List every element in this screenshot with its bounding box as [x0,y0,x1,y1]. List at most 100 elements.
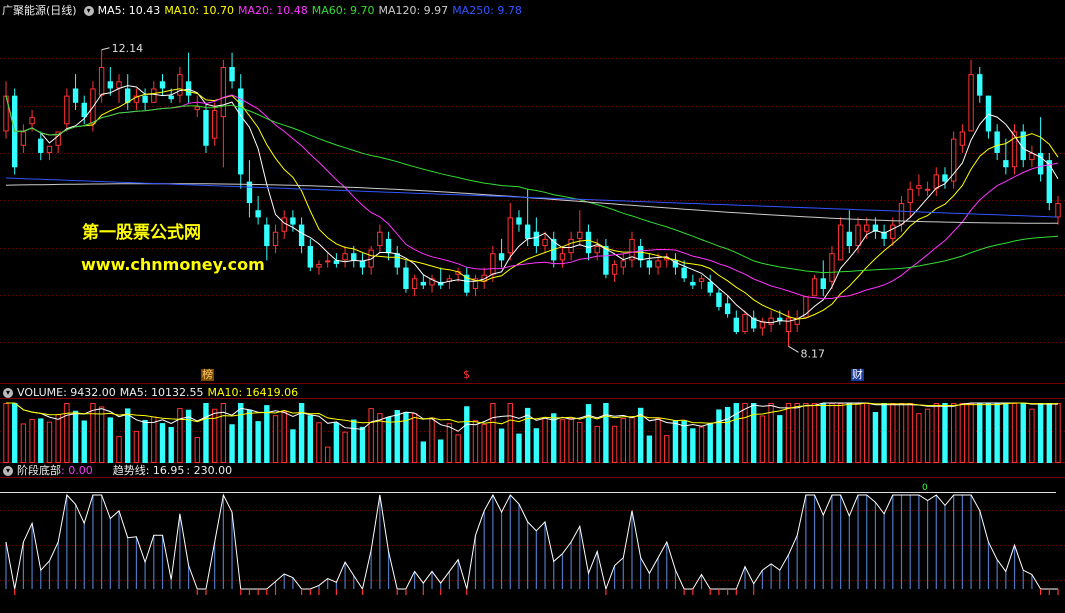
volume-bar [359,426,366,463]
candle-body [281,217,287,232]
candle-body [985,95,992,132]
candle-body [716,292,722,307]
volume-bar [446,423,453,464]
candle-body [107,81,114,89]
indicator-name[interactable]: 阶段底部 [17,464,61,477]
candle-body [829,253,835,282]
volume-bar [664,435,670,463]
volume-bar [907,403,913,463]
volume-header: ▾ VOLUME: 9432.00 MA5: 10132.55 MA10: 16419… [0,385,302,401]
volume-bar [125,408,131,463]
volume-menu-icon[interactable]: ▾ [3,388,13,398]
volume-bar [455,434,461,463]
volume-bar [90,403,96,463]
candle-body [524,224,531,239]
volume-bar [785,403,792,463]
volume-bar [168,426,174,463]
candle-body [238,88,244,175]
volume-bar [794,403,800,463]
volume-bar [464,406,470,463]
candle-body [855,224,861,247]
candle-body [1003,160,1009,168]
candle-body [959,131,966,146]
event-tag-dividend[interactable]: $ [462,369,471,381]
volume-bar [881,403,887,463]
volume-bar [472,420,479,463]
candle-body [646,260,653,268]
candle-body [516,217,522,225]
volume-bar [481,424,487,464]
volume-bar [742,403,748,463]
candle-body [490,253,496,275]
volume-ma10: MA10: 16419.06 [207,386,299,399]
volume-bar [20,423,27,463]
volume-bar [490,403,496,463]
candle-body [342,253,348,261]
volume-bar [98,406,105,463]
ma250-line [5,177,1059,218]
candle-body [759,321,766,329]
volume-bar [3,403,9,463]
volume-bar [985,403,992,463]
volume-bar [690,428,696,463]
volume-bar [29,418,35,463]
volume-bar [803,403,809,463]
candle-body [594,246,600,254]
volume-bar [498,428,505,463]
trend-line [5,493,1058,591]
candle-body [20,131,27,146]
candle-body [298,224,305,247]
candle-body [264,224,270,247]
candle-body [385,238,392,254]
volume-bar [620,418,626,463]
event-tag-list[interactable]: 榜 [201,369,214,381]
event-tag-finance[interactable]: 财 [851,369,864,381]
volume-bar [716,409,722,463]
candle-body [585,231,592,254]
volume-bar [977,403,983,463]
volume-bar [890,403,896,463]
volume-bar [1029,408,1035,464]
candle-body [890,224,896,239]
volume-bar [438,439,444,463]
candle-body [290,217,296,225]
candle-body [324,260,331,263]
volume-ma5: MA5: 10132.55 [119,386,204,399]
indicator-marker: 0 [922,483,928,493]
candle-body [724,303,731,315]
volume-bar [142,419,148,463]
volume-bar [551,413,557,463]
candle-body [81,102,87,118]
volume-bar [159,423,166,463]
volume-bar [924,408,931,463]
candle-body [742,314,748,333]
volume-bar [1020,403,1026,463]
volume-bar [394,410,400,463]
volume-bar [759,415,766,464]
candle-body [733,317,740,333]
candle-body [203,109,209,146]
candle-body [507,217,513,254]
volume-bar [324,446,331,463]
volume-bar [872,411,879,463]
volume-bar [1055,403,1061,463]
volume-bar [1037,403,1044,463]
chart-canvas[interactable]: 12.14 8.17 0 [0,0,1065,613]
volume-bar [933,403,939,463]
candle-body [1055,203,1061,218]
volume-bar [133,430,140,463]
candle-body [411,278,418,290]
candle-body [1029,152,1035,161]
volume-bar [646,435,653,463]
candle-body [916,185,922,189]
volume-bar [385,416,392,463]
volume-bar [724,406,731,463]
volume-value: VOLUME: 9432.00 [17,386,116,399]
candle-body [568,238,574,254]
candle-body [690,281,696,286]
indicator-menu-icon[interactable]: ▾ [3,466,13,476]
volume-bar [55,414,61,463]
volume-bar [307,415,313,463]
candle-body [272,231,279,247]
volume-bar [429,417,435,463]
